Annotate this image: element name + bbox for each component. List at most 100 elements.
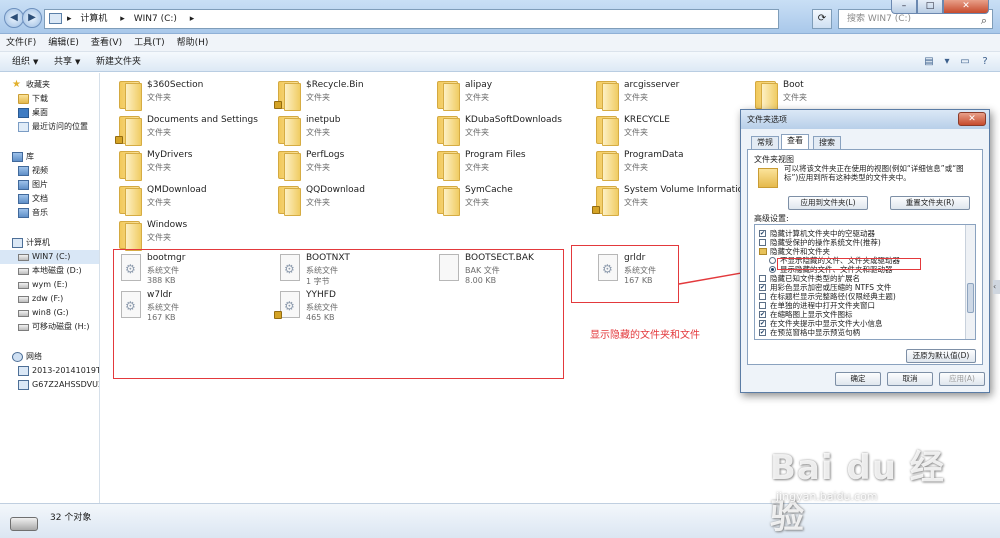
nav-drive-e[interactable]: wym (E:): [0, 278, 99, 292]
reset-folders-button[interactable]: 重置文件夹(R): [890, 196, 970, 210]
checkbox[interactable]: [759, 275, 766, 282]
address-bar[interactable]: ▸ 计算机 ▸ WIN7 (C:) ▸: [44, 9, 779, 29]
nav-item-downloads[interactable]: 下载: [0, 92, 99, 106]
folder-item[interactable]: arcgisserver 文件夹: [592, 78, 747, 112]
checkbox[interactable]: ✔: [759, 284, 766, 291]
folder-item[interactable]: MyDrivers 文件夹: [115, 148, 270, 182]
radio-button[interactable]: [769, 266, 776, 273]
advanced-option[interactable]: ✔ 隐藏计算机文件夹中的空驱动器: [755, 229, 960, 238]
folder-item[interactable]: System Volume Information 文件夹: [592, 183, 749, 217]
help-icon[interactable]: ?: [978, 56, 992, 68]
checkbox[interactable]: ✔: [759, 329, 766, 336]
tab-search[interactable]: 搜索: [813, 136, 841, 149]
view-options-icon[interactable]: ▤: [922, 56, 936, 68]
checkbox[interactable]: ✔: [759, 311, 766, 318]
ok-button[interactable]: 确定: [835, 372, 881, 386]
nav-network-pc-1[interactable]: 2013-20141019TN: [0, 364, 99, 378]
option-label: 在预览窗格中显示预览句柄: [770, 328, 860, 337]
folder-item[interactable]: Documents and Settings 文件夹: [115, 113, 270, 147]
menu-tools[interactable]: 工具(T): [128, 34, 171, 52]
nav-item-recent[interactable]: 最近访问的位置: [0, 120, 99, 134]
folder-item[interactable]: PerfLogs 文件夹: [274, 148, 429, 182]
maximize-button[interactable]: □: [917, 0, 943, 14]
nav-favorites[interactable]: ★ 收藏夹: [0, 78, 99, 92]
advanced-settings-scrollbar[interactable]: [965, 225, 975, 339]
tab-general[interactable]: 常规: [751, 136, 779, 149]
minimize-button[interactable]: –: [891, 0, 917, 14]
nav-network[interactable]: 网络: [0, 350, 99, 364]
menu-file[interactable]: 文件(F): [0, 34, 42, 52]
advanced-settings-list[interactable]: ✔ 隐藏计算机文件夹中的空驱动器 隐藏受保护的操作系统文件(推荐) 隐藏文件和文件夹不…: [754, 224, 976, 340]
nav-drive-d[interactable]: 本地磁盘 (D:): [0, 264, 99, 278]
new-folder-button[interactable]: 新建文件夹: [96, 52, 141, 72]
checkbox[interactable]: ✔: [759, 320, 766, 327]
nav-item-music[interactable]: 音乐: [0, 206, 99, 220]
checkbox[interactable]: [759, 239, 766, 246]
folder-item[interactable]: Program Files 文件夹: [433, 148, 588, 182]
menu-view[interactable]: 查看(V): [85, 34, 128, 52]
search-icon[interactable]: ⌕: [981, 12, 987, 30]
folder-view-group: 文件夹视图 可以将该文件夹正在使用的视图(例如“详细信息”或“图标”)应用到所有…: [754, 154, 976, 210]
nav-drive-c[interactable]: WIN7 (C:): [0, 250, 99, 264]
nav-item-desktop[interactable]: 桌面: [0, 106, 99, 120]
advanced-option[interactable]: ✔ 用彩色显示加密或压缩的 NTFS 文件: [755, 283, 960, 292]
advanced-option[interactable]: ✔ 在预览窗格中显示预览句柄: [755, 328, 960, 337]
nav-item-videos[interactable]: 视频: [0, 164, 99, 178]
nav-libraries[interactable]: 库: [0, 150, 99, 164]
checkbox[interactable]: [759, 302, 766, 309]
advanced-option[interactable]: 隐藏文件和文件夹: [755, 247, 960, 256]
nav-network-pc-2[interactable]: G67Z2AHSSDVU2I: [0, 378, 99, 392]
nav-drive-f[interactable]: zdw (F:): [0, 292, 99, 306]
folder-item[interactable]: Boot 文件夹: [751, 78, 906, 112]
folder-item[interactable]: $360Section 文件夹: [115, 78, 270, 112]
folder-item[interactable]: $Recycle.Bin 文件夹: [274, 78, 429, 112]
checkbox[interactable]: ✔: [759, 230, 766, 237]
advanced-option[interactable]: 隐藏已知文件类型的扩展名: [755, 274, 960, 283]
forward-button[interactable]: ▶: [22, 8, 42, 28]
folder-item[interactable]: SymCache 文件夹: [433, 183, 588, 217]
folder-item[interactable]: inetpub 文件夹: [274, 113, 429, 147]
advanced-option[interactable]: 在单独的进程中打开文件夹窗口: [755, 301, 960, 310]
folder-item[interactable]: ProgramData 文件夹: [592, 148, 747, 182]
nav-computer[interactable]: 计算机: [0, 236, 99, 250]
folder-item[interactable]: alipay 文件夹: [433, 78, 588, 112]
checkbox[interactable]: [759, 293, 766, 300]
advanced-option[interactable]: 隐藏受保护的操作系统文件(推荐): [755, 238, 960, 247]
organize-button[interactable]: 组织 ▼: [12, 52, 38, 72]
share-button[interactable]: 共享 ▼: [54, 52, 80, 72]
menu-help[interactable]: 帮助(H): [171, 34, 215, 52]
nav-label: 收藏夹: [26, 80, 50, 89]
tab-view[interactable]: 查看: [781, 134, 809, 150]
preview-pane-icon[interactable]: ▭: [958, 56, 972, 68]
nav-item-pictures[interactable]: 图片: [0, 178, 99, 192]
dialog-close-button[interactable]: ✕: [958, 112, 986, 126]
scrollbar-thumb[interactable]: [967, 283, 974, 313]
refresh-button[interactable]: ⟳: [812, 9, 832, 29]
advanced-option[interactable]: 在标题栏显示完整路径(仅限经典主题): [755, 292, 960, 301]
nav-drive-h[interactable]: 可移动磁盘 (H:): [0, 320, 99, 334]
menu-edit[interactable]: 编辑(E): [42, 34, 85, 52]
folder-item[interactable]: KRECYCLE 文件夹: [592, 113, 747, 147]
advanced-option[interactable]: ✔ 在文件夹提示中显示文件大小信息: [755, 319, 960, 328]
breadcrumb-drive[interactable]: WIN7 (C:): [134, 14, 177, 24]
advanced-option[interactable]: ✔ 在缩略图上显示文件图标: [755, 310, 960, 319]
video-icon: [18, 166, 29, 176]
back-button[interactable]: ◀: [4, 8, 24, 28]
nav-item-documents[interactable]: 文档: [0, 192, 99, 206]
organize-label: 组织: [12, 57, 31, 67]
radio-button[interactable]: [769, 257, 776, 264]
folder-item[interactable]: Windows 文件夹: [115, 218, 270, 252]
folder-item[interactable]: KDubaSoftDownloads 文件夹: [433, 113, 588, 147]
breadcrumb-computer[interactable]: 计算机: [80, 14, 107, 24]
folder-item[interactable]: QMDownload 文件夹: [115, 183, 270, 217]
apply-button[interactable]: 应用(A): [939, 372, 985, 386]
folder-item[interactable]: QQDownload 文件夹: [274, 183, 429, 217]
restore-defaults-button[interactable]: 还原为默认值(D): [906, 349, 976, 363]
apply-to-folders-button[interactable]: 应用到文件夹(L): [788, 196, 868, 210]
chevron-down-icon[interactable]: ▾: [940, 56, 954, 68]
close-window-button[interactable]: ✕: [943, 0, 989, 14]
cancel-button[interactable]: 取消: [887, 372, 933, 386]
title-bar: ◀ ▶ ▸ 计算机 ▸ WIN7 (C:) ▸ ⟳ 搜索 WIN7 (C:) ⌕…: [0, 0, 1000, 34]
nav-drive-g[interactable]: win8 (G:): [0, 306, 99, 320]
chevron-left-icon[interactable]: ‹: [993, 280, 1000, 294]
